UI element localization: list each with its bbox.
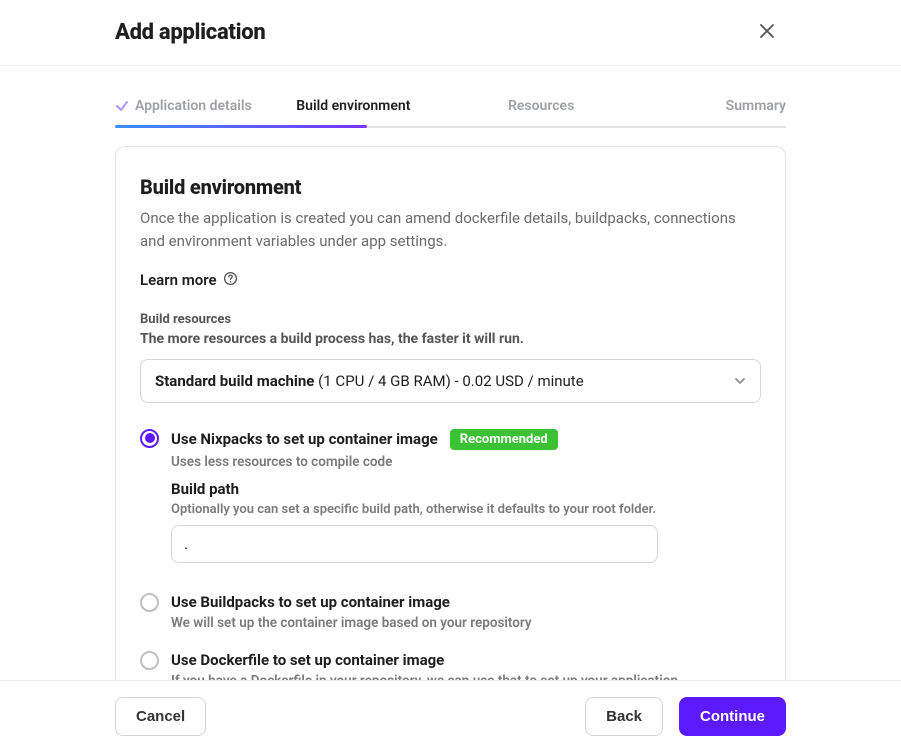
option-title: Use Dockerfile to set up container image: [171, 651, 444, 669]
select-value: Standard build machine (1 CPU / 4 GB RAM…: [155, 372, 584, 390]
learn-more-text: Learn more: [140, 271, 217, 289]
radio-nixpacks[interactable]: [140, 429, 159, 448]
option-title: Use Buildpacks to set up container image: [171, 593, 450, 611]
recommended-badge: Recommended: [450, 429, 558, 450]
step-summary[interactable]: Summary: [623, 92, 786, 126]
dialog-header: Add application: [0, 0, 901, 66]
option-title: Use Nixpacks to set up container image: [171, 430, 438, 448]
content: Application details Build environment Re…: [0, 66, 901, 718]
radio-dot: [145, 433, 155, 443]
option-sub: We will set up the container image based…: [171, 615, 761, 631]
section-title: Build environment: [140, 175, 761, 199]
continue-button[interactable]: Continue: [679, 697, 786, 736]
build-environment-card: Build environment Once the application i…: [115, 146, 786, 718]
step-build-environment[interactable]: Build environment: [278, 92, 459, 126]
step-label: Application details: [135, 98, 252, 114]
build-machine-select[interactable]: Standard build machine (1 CPU / 4 GB RAM…: [140, 359, 761, 403]
radio-buildpacks[interactable]: [140, 593, 159, 612]
footer-right: Back Continue: [585, 697, 786, 736]
close-icon: [760, 24, 774, 41]
learn-more-link[interactable]: Learn more: [140, 271, 238, 290]
build-resources-label: Build resources: [140, 312, 761, 327]
build-path-group: Build path Optionally you can set a spec…: [171, 480, 761, 563]
stepper: Application details Build environment Re…: [115, 92, 786, 128]
cancel-button[interactable]: Cancel: [115, 697, 206, 736]
step-label: Build environment: [296, 98, 410, 114]
back-button[interactable]: Back: [585, 697, 663, 736]
build-resources-hint: The more resources a build process has, …: [140, 331, 761, 347]
build-path-desc: Optionally you can set a specific build …: [171, 502, 761, 517]
close-button[interactable]: [756, 20, 778, 45]
section-description: Once the application is created you can …: [140, 207, 761, 252]
step-resources[interactable]: Resources: [460, 92, 623, 126]
option-buildpacks: Use Buildpacks to set up container image…: [140, 593, 761, 641]
check-icon: [115, 99, 129, 113]
select-value-rest: (1 CPU / 4 GB RAM) - 0.02 USD / minute: [314, 372, 583, 390]
radio-dockerfile[interactable]: [140, 651, 159, 670]
option-sub: Uses less resources to compile code: [171, 454, 761, 470]
step-application-details[interactable]: Application details: [115, 92, 278, 126]
stepper-progress: [115, 125, 367, 128]
build-path-label: Build path: [171, 480, 761, 498]
build-path-input[interactable]: [171, 525, 658, 563]
help-icon: [223, 271, 238, 290]
page-title: Add application: [115, 20, 265, 45]
step-label: Summary: [726, 98, 786, 114]
footer: Cancel Back Continue: [0, 680, 901, 752]
chevron-down-icon: [734, 375, 746, 387]
select-value-strong: Standard build machine: [155, 372, 314, 390]
step-label: Resources: [508, 98, 574, 114]
option-nixpacks: Use Nixpacks to set up container image R…: [140, 429, 761, 583]
